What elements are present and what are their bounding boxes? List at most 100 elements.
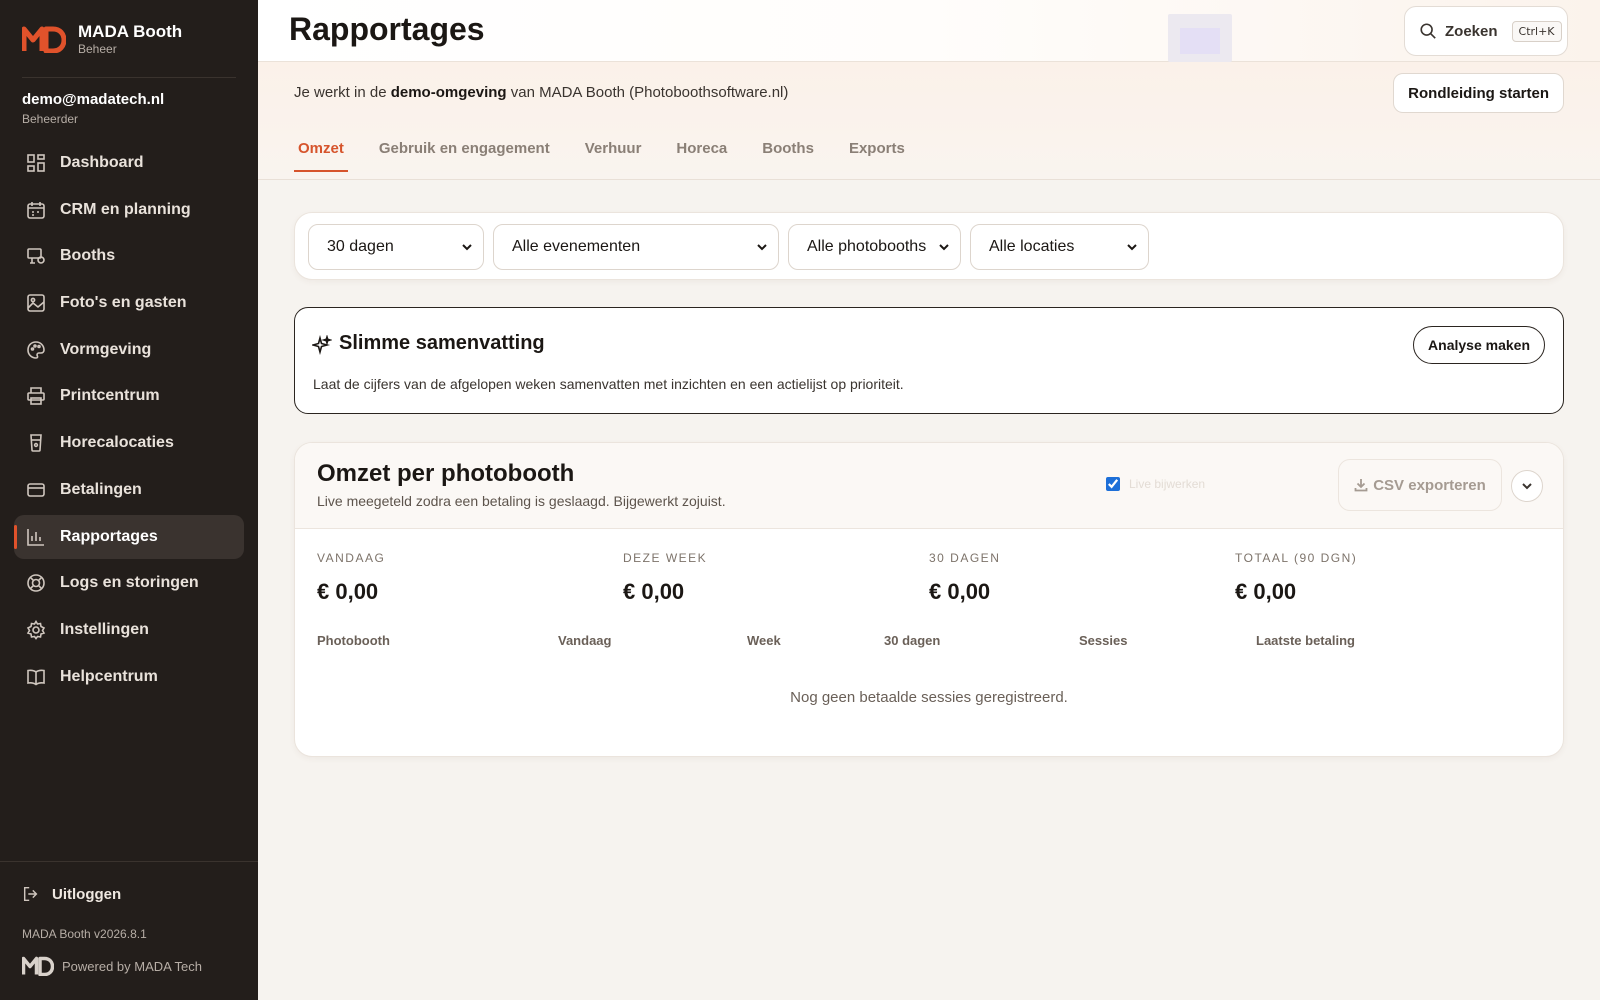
stat-value: € 0,00 — [1235, 579, 1297, 604]
sidebar-item-label: Vormgeving — [60, 340, 152, 358]
revenue-card-header: Omzet per photobooth Live meegeteld zodr… — [295, 443, 1563, 529]
page-title: Rapportages — [289, 11, 485, 47]
powered-by-text: Powered by MADA Tech — [62, 958, 202, 974]
tab-exports[interactable]: Exports — [845, 140, 909, 172]
summary-description: Laat de cijfers van de afgelopen weken s… — [313, 376, 904, 392]
locations-select-value: Alle locaties — [989, 238, 1075, 255]
glass-icon — [30, 434, 42, 452]
column-header-today[interactable]: Vandaag — [558, 633, 611, 648]
chevron-down-icon — [939, 244, 949, 251]
sidebar-item-design[interactable]: Vormgeving — [14, 328, 244, 372]
demo-notice: Je werkt in de demo-omgeving van MADA Bo… — [294, 84, 788, 101]
palette-icon — [27, 340, 45, 359]
logout-label: Uitloggen — [52, 885, 122, 903]
column-header-sessions[interactable]: Sessies — [1079, 633, 1127, 648]
chart-icon — [27, 528, 44, 546]
booths-select[interactable]: Alle photobooths — [788, 224, 961, 270]
analyse-button[interactable]: Analyse maken — [1413, 326, 1545, 364]
sidebar-item-label: Helpcentrum — [60, 667, 158, 685]
stat-label: TOTAAL (90 DGN) — [1235, 551, 1358, 565]
sidebar-item-booths[interactable]: Booths — [14, 234, 244, 278]
column-header-photobooth[interactable]: Photobooth — [317, 633, 390, 648]
sidebar-item-logs[interactable]: Logs en storingen — [14, 561, 244, 605]
start-tour-button[interactable]: Rondleiding starten — [1393, 73, 1564, 113]
notice-band: Je werkt in de demo-omgeving van MADA Bo… — [258, 62, 1600, 180]
chevron-down-icon — [462, 244, 472, 251]
column-header-30-days[interactable]: 30 dagen — [884, 633, 940, 648]
user-info: demo@madatech.nl Beheerder — [22, 91, 164, 127]
search-label: Zoeken — [1445, 22, 1498, 40]
sidebar-item-print[interactable]: Printcentrum — [14, 374, 244, 418]
sidebar-item-label: Betalingen — [60, 480, 142, 498]
notice-suffix: van MADA Booth (Photoboothsoftware.nl) — [506, 84, 789, 101]
sidebar-item-label: Printcentrum — [60, 387, 160, 405]
period-select[interactable]: 30 dagen — [308, 224, 484, 270]
sidebar-item-crm[interactable]: CRM en planning — [14, 188, 244, 232]
collapse-button[interactable] — [1511, 470, 1543, 502]
smart-summary-card: Slimme samenvatting Laat de cijfers van … — [294, 307, 1564, 414]
live-update-checkbox[interactable] — [1106, 477, 1120, 491]
tab-horeca[interactable]: Horeca — [672, 140, 731, 172]
csv-export-label: CSV exporteren — [1373, 476, 1486, 494]
sidebar: MADA Booth Beheer demo@madatech.nl Behee… — [0, 0, 258, 1000]
period-select-value: 30 dagen — [327, 238, 394, 255]
empty-state-message: Nog geen betaalde sessies geregistreerd. — [790, 689, 1068, 706]
events-select-value: Alle evenementen — [512, 238, 641, 255]
search-icon — [1420, 23, 1436, 39]
brand-name: MADA Booth — [78, 22, 183, 41]
sidebar-item-label: Dashboard — [60, 154, 144, 171]
logout-icon — [23, 886, 38, 902]
csv-export-button[interactable]: CSV exporteren — [1338, 459, 1502, 511]
sidebar-item-horeca[interactable]: Horecalocaties — [14, 421, 244, 465]
column-header-last-payment[interactable]: Laatste betaling — [1256, 633, 1355, 648]
search-button[interactable]: Zoeken Ctrl+K — [1404, 6, 1568, 56]
app-version: MADA Booth v2026.8.1 — [22, 927, 147, 941]
stat-value: € 0,00 — [623, 579, 685, 604]
top-bar: Rapportages Zoeken Ctrl+K — [258, 0, 1600, 62]
logout-button[interactable]: Uitloggen — [22, 885, 121, 903]
powered-by: Powered by MADA Tech — [22, 956, 202, 976]
chevron-down-icon — [1127, 244, 1137, 251]
tab-rental[interactable]: Verhuur — [581, 140, 646, 172]
search-shortcut: Ctrl+K — [1511, 20, 1562, 42]
divider — [22, 77, 236, 78]
sidebar-item-payments[interactable]: Betalingen — [14, 468, 244, 512]
filter-bar: 30 dagen Alle evenementen Alle photoboot… — [294, 212, 1564, 280]
sidebar-item-photos[interactable]: Foto's en gasten — [14, 281, 244, 325]
header-illustration-screen — [1180, 28, 1220, 54]
live-update-toggle[interactable]: Live bijwerken — [1106, 477, 1205, 491]
locations-select[interactable]: Alle locaties — [970, 224, 1149, 270]
events-select[interactable]: Alle evenementen — [493, 224, 779, 270]
card-icon — [27, 483, 45, 497]
stat-week: DEZE WEEK € 0,00 — [623, 551, 707, 605]
sidebar-item-dashboard[interactable]: Dashboard — [14, 141, 244, 185]
stat-30-days: 30 DAGEN € 0,00 — [929, 551, 1000, 605]
gear-icon — [26, 619, 46, 640]
sidebar-item-reports[interactable]: Rapportages — [14, 514, 244, 559]
dashboard-icon — [27, 154, 45, 172]
brand[interactable]: MADA Booth Beheer — [22, 22, 182, 56]
tab-usage[interactable]: Gebruik en engagement — [375, 140, 554, 172]
sidebar-item-label: Horecalocaties — [60, 434, 174, 452]
sidebar-item-settings[interactable]: Instellingen — [14, 608, 244, 652]
column-header-week[interactable]: Week — [747, 633, 781, 648]
lifebuoy-icon — [27, 574, 45, 592]
sparkle-icon — [312, 335, 332, 355]
download-icon — [1354, 479, 1368, 492]
sidebar-item-label: CRM en planning — [60, 200, 191, 218]
booths-select-value: Alle photobooths — [807, 238, 927, 255]
tab-booths[interactable]: Booths — [758, 140, 818, 172]
stat-label: 30 DAGEN — [929, 551, 1001, 565]
sidebar-item-label: Logs en storingen — [60, 574, 199, 592]
book-icon — [27, 669, 45, 686]
sidebar-item-label: Booths — [60, 247, 116, 265]
chevron-down-icon — [1522, 483, 1532, 490]
tab-omzet[interactable]: Omzet — [294, 140, 348, 172]
calendar-icon — [27, 201, 45, 219]
stat-today: VANDAAG € 0,00 — [317, 551, 385, 605]
report-tabs: Omzet Gebruik en engagement Verhuur Hore… — [294, 140, 936, 172]
stat-label: VANDAAG — [317, 551, 386, 565]
sidebar-item-label: Instellingen — [60, 620, 149, 638]
sidebar-item-help[interactable]: Helpcentrum — [14, 655, 244, 699]
booth-icon — [27, 248, 45, 265]
